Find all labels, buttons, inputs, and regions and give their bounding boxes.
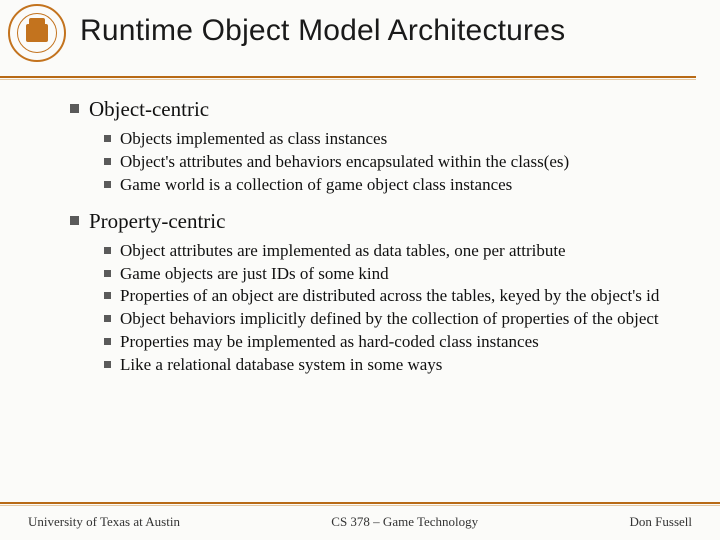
list-item: Object's attributes and behaviors encaps…	[104, 151, 690, 173]
list-item-text: Object behaviors implicitly defined by t…	[120, 308, 659, 330]
list-item: Game world is a collection of game objec…	[104, 174, 690, 196]
section-heading-text: Object-centric	[89, 96, 209, 122]
slide-content: Object-centric Objects implemented as cl…	[70, 96, 690, 490]
square-bullet-icon	[104, 270, 111, 277]
list-item: Object attributes are implemented as dat…	[104, 240, 690, 262]
list-item: Objects implemented as class instances	[104, 128, 690, 150]
list-item-text: Properties may be implemented as hard-co…	[120, 331, 539, 353]
square-bullet-icon	[104, 247, 111, 254]
square-bullet-icon	[70, 216, 79, 225]
title-area: Runtime Object Model Architectures	[80, 14, 700, 48]
list-item: Object behaviors implicitly defined by t…	[104, 308, 690, 330]
footer-institution: University of Texas at Austin	[28, 514, 180, 530]
list-item-text: Game objects are just IDs of some kind	[120, 263, 389, 285]
section-sublist: Object attributes are implemented as dat…	[104, 240, 690, 376]
list-item-text: Objects implemented as class instances	[120, 128, 387, 150]
section-heading: Object-centric	[70, 96, 690, 122]
section-heading-text: Property-centric	[89, 208, 225, 234]
list-item-text: Object's attributes and behaviors encaps…	[120, 151, 569, 173]
list-item: Properties of an object are distributed …	[104, 285, 690, 307]
list-item-text: Like a relational database system in som…	[120, 354, 442, 376]
square-bullet-icon	[70, 104, 79, 113]
square-bullet-icon	[104, 361, 111, 368]
list-item: Properties may be implemented as hard-co…	[104, 331, 690, 353]
divider-top	[0, 76, 696, 78]
list-item-text: Object attributes are implemented as dat…	[120, 240, 566, 262]
section-heading: Property-centric	[70, 208, 690, 234]
slide-footer: University of Texas at Austin CS 378 – G…	[28, 514, 692, 530]
list-item: Like a relational database system in som…	[104, 354, 690, 376]
divider-bottom	[0, 502, 720, 504]
section-sublist: Objects implemented as class instances O…	[104, 128, 690, 195]
square-bullet-icon	[104, 292, 111, 299]
square-bullet-icon	[104, 181, 111, 188]
list-item-text: Properties of an object are distributed …	[120, 285, 659, 307]
square-bullet-icon	[104, 135, 111, 142]
footer-course: CS 378 – Game Technology	[331, 514, 478, 530]
list-item: Game objects are just IDs of some kind	[104, 263, 690, 285]
square-bullet-icon	[104, 338, 111, 345]
institution-seal-icon	[8, 4, 66, 62]
square-bullet-icon	[104, 158, 111, 165]
list-item-text: Game world is a collection of game objec…	[120, 174, 512, 196]
footer-author: Don Fussell	[630, 514, 692, 530]
slide-title: Runtime Object Model Architectures	[80, 14, 700, 48]
square-bullet-icon	[104, 315, 111, 322]
